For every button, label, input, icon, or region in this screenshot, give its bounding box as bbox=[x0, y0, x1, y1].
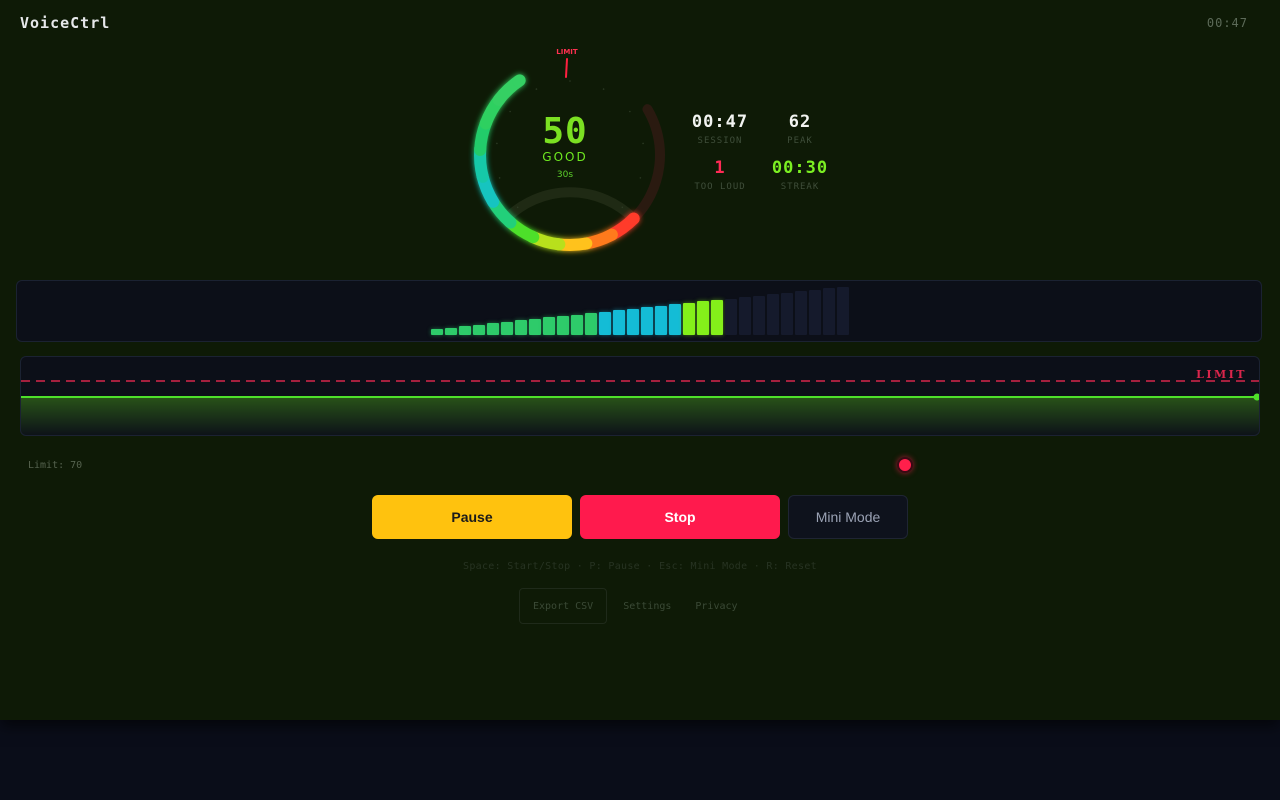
meter-bar bbox=[823, 288, 835, 335]
stat-session: 00:47 SESSION bbox=[680, 110, 760, 146]
meter-bar bbox=[543, 317, 555, 335]
meter-bar bbox=[571, 314, 583, 335]
history-area bbox=[21, 397, 1259, 435]
volume-value: 50 bbox=[542, 111, 588, 152]
meter-bar bbox=[445, 327, 457, 335]
stat-label: STREAK bbox=[780, 182, 820, 192]
meter-bar bbox=[641, 307, 653, 335]
history-limit-label: LIMIT bbox=[1196, 368, 1247, 381]
keyboard-shortcuts: Space: Start/Stop · P: Pause · Esc: Mini… bbox=[463, 561, 817, 572]
gauge-arc-cap bbox=[627, 212, 640, 225]
meter-bar bbox=[711, 300, 723, 335]
meter-bar bbox=[809, 289, 821, 335]
gauge-limit-marker bbox=[565, 58, 568, 78]
volume-history: LIMIT bbox=[20, 356, 1260, 436]
gauge-tick bbox=[621, 206, 624, 209]
gauge-tick bbox=[535, 88, 538, 90]
meter-bar bbox=[725, 298, 737, 335]
pause-button[interactable]: Pause bbox=[372, 495, 572, 539]
meter-bar bbox=[669, 304, 681, 335]
status-duration: 30s bbox=[556, 170, 574, 180]
stat-streak: 00:30 STREAK bbox=[760, 156, 840, 192]
meter-bar bbox=[781, 292, 793, 335]
stat-label: TOO LOUD bbox=[694, 182, 746, 192]
meter-bars bbox=[431, 286, 851, 335]
export-csv-button[interactable]: Export CSV bbox=[519, 588, 608, 624]
footer-links: Export CSV Settings Privacy bbox=[519, 588, 738, 624]
stat-value: 62 bbox=[788, 112, 812, 132]
gauge-tick bbox=[602, 88, 605, 90]
limit-label: Limit: 70 bbox=[28, 460, 83, 471]
meter-bar bbox=[515, 320, 527, 335]
settings-link[interactable]: Settings bbox=[623, 601, 671, 612]
gauge-track-arc bbox=[501, 187, 639, 224]
meter-bar bbox=[557, 315, 569, 335]
meter-bar bbox=[585, 313, 597, 335]
meter-bar bbox=[501, 321, 513, 335]
stat-label: PEAK bbox=[787, 136, 813, 146]
stat-value: 00:30 bbox=[771, 158, 829, 178]
gauge-arc-cap bbox=[512, 75, 525, 88]
level-meter bbox=[16, 280, 1262, 342]
meter-bar bbox=[529, 318, 541, 335]
meter-bar bbox=[613, 310, 625, 335]
stat-label: SESSION bbox=[697, 136, 743, 146]
meter-bar bbox=[627, 308, 639, 335]
limit-slider-handle[interactable] bbox=[897, 457, 913, 473]
meter-bar bbox=[753, 295, 765, 335]
meter-bar bbox=[655, 305, 667, 335]
meter-bar bbox=[767, 294, 779, 335]
meter-bar bbox=[473, 324, 485, 335]
meter-bar bbox=[431, 329, 443, 335]
gauge-tick bbox=[569, 80, 571, 82]
meter-bar bbox=[459, 326, 471, 335]
app-title: VoiceCtrl bbox=[20, 14, 111, 32]
stat-value: 00:47 bbox=[691, 112, 749, 132]
meter-bar bbox=[487, 323, 499, 335]
stop-button[interactable]: Stop bbox=[580, 495, 780, 539]
privacy-link[interactable]: Privacy bbox=[695, 601, 737, 612]
meter-bar bbox=[837, 286, 849, 335]
stat-value: 1 bbox=[714, 158, 726, 178]
app-window: VoiceCtrl 00:47 LIMIT 50 GOOD 30s 00:47 … bbox=[0, 0, 1280, 720]
meter-bar bbox=[739, 297, 751, 335]
meter-bar bbox=[683, 302, 695, 335]
stat-too-loud: 1 TOO LOUD bbox=[680, 156, 760, 192]
stat-peak: 62 PEAK bbox=[760, 110, 840, 146]
meter-bar bbox=[599, 311, 611, 335]
gauge-readout: 50 GOOD 30s bbox=[480, 110, 650, 180]
volume-status: GOOD bbox=[542, 150, 588, 164]
meter-bar bbox=[795, 291, 807, 335]
meter-bar bbox=[697, 301, 709, 335]
mini-mode-button[interactable]: Mini Mode bbox=[788, 495, 908, 539]
header-clock: 00:47 bbox=[1206, 16, 1248, 30]
gauge-limit-label: LIMIT bbox=[556, 48, 578, 56]
gauge-tick bbox=[516, 206, 519, 209]
session-stats: 00:47 SESSION 62 PEAK 1 TOO LOUD 00:30 S… bbox=[680, 110, 840, 192]
